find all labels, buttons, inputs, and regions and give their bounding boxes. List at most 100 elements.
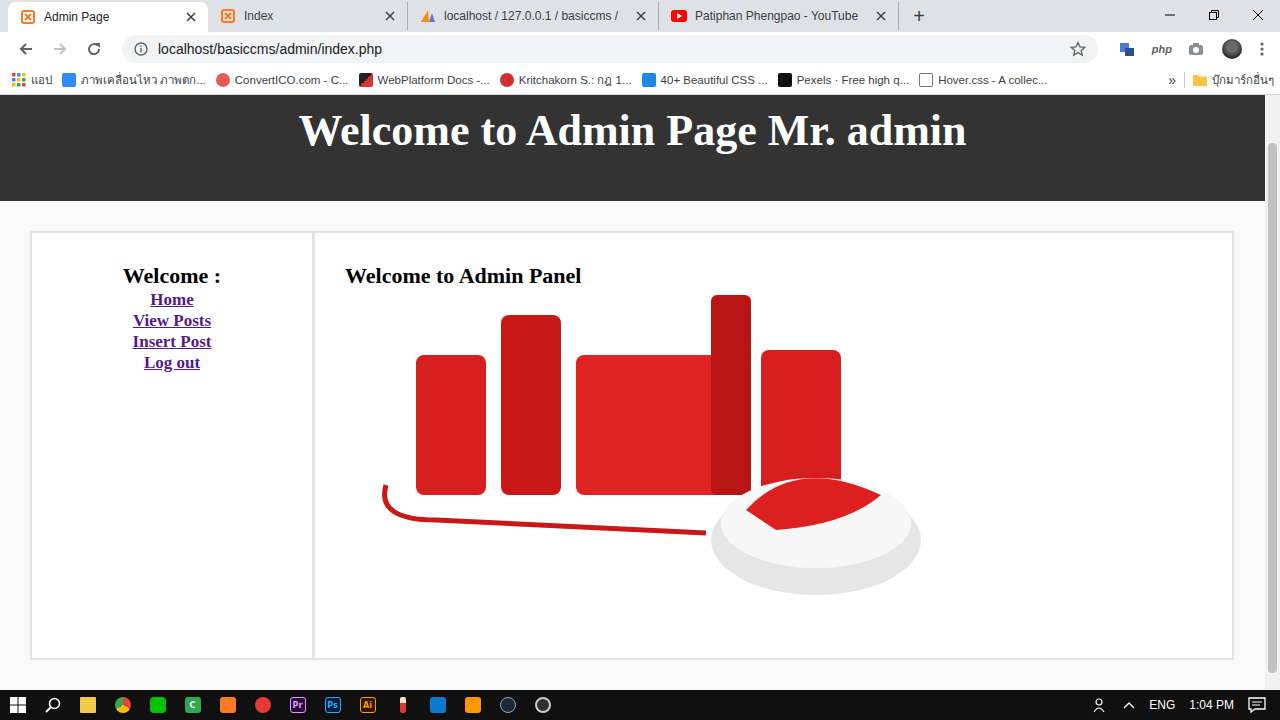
tab[interactable]: Index <box>208 2 408 30</box>
scrollbar[interactable] <box>1265 95 1280 690</box>
youtube-icon <box>671 8 687 24</box>
bookmark[interactable]: Pexels · Free high q... <box>778 73 910 87</box>
search-icon[interactable] <box>35 690 70 720</box>
menu-icon[interactable] <box>1260 41 1264 57</box>
folder-icon <box>1193 74 1207 86</box>
page-icon <box>919 73 933 87</box>
zoom-icon <box>62 73 76 87</box>
clock[interactable]: 1:04 PM <box>1189 698 1234 712</box>
bookmark-list: แอป ภาพเคลื่อนไหว ภาพตก... ConvertICO.co… <box>12 71 1168 89</box>
extension-icon[interactable] <box>1118 40 1136 58</box>
bookmark-overflow: » บุ๊กมาร์กอื่นๆ <box>1168 71 1274 89</box>
admin-page: Welcome to Admin Page Mr. admin Welcome … <box>0 95 1265 690</box>
bookmark-label: Pexels · Free high q... <box>797 74 910 86</box>
close-window-icon[interactable] <box>1236 0 1280 30</box>
page-header: Welcome to Admin Page Mr. admin <box>0 95 1265 201</box>
close-icon[interactable] <box>876 11 886 21</box>
tab[interactable]: Admin Page <box>8 2 208 32</box>
bookmark[interactable]: Kritchakorn S.: กฎ 1... <box>500 71 632 89</box>
pen-icon[interactable] <box>385 690 420 720</box>
tab-strip: Admin Page Index localhost / 127.0.0.1 /… <box>0 0 1280 32</box>
camtasia-icon[interactable]: C <box>175 690 210 720</box>
people-icon[interactable] <box>1093 697 1109 713</box>
bookmark-label: Hover.css - A collec... <box>938 74 1047 86</box>
php-extension[interactable]: php <box>1152 43 1172 55</box>
address-bar[interactable]: localhost/basiccms/admin/index.php <box>122 35 1098 63</box>
other-bookmarks[interactable]: บุ๊กมาร์กอื่นๆ <box>1193 71 1274 89</box>
reload-icon[interactable] <box>86 41 102 57</box>
sidebar-link[interactable]: View Posts <box>133 310 211 331</box>
tab-list: Admin Page Index localhost / 127.0.0.1 /… <box>0 2 1148 32</box>
bookmark[interactable]: Hover.css - A collec... <box>919 73 1047 87</box>
profile-avatar[interactable] <box>1222 39 1242 59</box>
sidebar-link[interactable]: Home <box>150 289 193 310</box>
css-icon <box>642 73 656 87</box>
notification-icon[interactable] <box>1248 697 1266 713</box>
illustrator-icon[interactable]: Ai <box>350 690 385 720</box>
bookmark[interactable]: แอป <box>12 71 52 89</box>
sidebar-link[interactable]: Log out <box>144 352 200 373</box>
xampp-icon <box>220 8 236 24</box>
premiere-icon[interactable]: Pr <box>280 690 315 720</box>
bookmark[interactable]: ภาพเคลื่อนไหว ภาพตก... <box>62 71 206 89</box>
bookmark-label: ภาพเคลื่อนไหว ภาพตก... <box>81 71 206 89</box>
sidebar-link[interactable]: Insert Post <box>133 331 212 352</box>
tab-label: localhost / 127.0.0.1 / basiccms / <box>444 9 618 23</box>
bookmark-label: 40+ Beautiful CSS ... <box>661 74 768 86</box>
bookmark-label: แอป <box>31 71 52 89</box>
xampp-icon[interactable] <box>210 690 245 720</box>
restore-icon[interactable] <box>1192 0 1236 30</box>
bookmark[interactable]: WebPlatform Docs -... <box>359 73 490 87</box>
language-indicator[interactable]: ENG <box>1149 698 1175 712</box>
header-title: Welcome to Admin Page Mr. admin <box>298 103 966 159</box>
admin-image <box>376 295 926 600</box>
vscode-icon[interactable] <box>420 690 455 720</box>
tab-label: Patiphan Phengpao - YouTube <box>695 9 858 23</box>
minimize-icon[interactable] <box>1148 0 1192 30</box>
content-area: Welcome to Admin Panel <box>315 233 1232 658</box>
line-icon[interactable] <box>140 690 175 720</box>
bookmark-label: ConvertICO.com - C... <box>235 74 349 86</box>
bookmark[interactable]: 40+ Beautiful CSS ... <box>642 73 768 87</box>
photoshop-icon[interactable]: Ps <box>315 690 350 720</box>
tab[interactable]: localhost / 127.0.0.1 / basiccms / <box>408 2 659 30</box>
close-icon[interactable] <box>385 11 395 21</box>
bookmark-label: บุ๊กมาร์กอื่นๆ <box>1212 71 1274 89</box>
scrollbar-thumb[interactable] <box>1268 143 1277 673</box>
explorer-icon[interactable] <box>70 690 105 720</box>
taskbar: C PrPsAi ENG 1:04 PM <box>0 690 1280 720</box>
camera-icon[interactable] <box>1188 42 1204 56</box>
bookmark[interactable]: ConvertICO.com - C... <box>216 73 349 87</box>
bookmark-label: WebPlatform Docs -... <box>378 74 490 86</box>
forward-icon[interactable] <box>52 41 68 57</box>
close-icon[interactable] <box>186 12 196 22</box>
back-icon[interactable] <box>18 41 34 57</box>
admin-panel: Welcome : HomeView PostsInsert PostLog o… <box>30 231 1234 660</box>
tab-label: Index <box>244 9 367 23</box>
kritchakorn-icon <box>500 73 514 87</box>
start-icon[interactable] <box>0 690 35 720</box>
more-bookmarks-button[interactable]: » <box>1168 72 1176 88</box>
pma-icon <box>420 8 436 24</box>
convertico-icon <box>216 73 230 87</box>
webplatform-icon <box>359 73 373 87</box>
tab[interactable]: Patiphan Phengpao - YouTube <box>659 2 899 30</box>
chevron-up-icon[interactable] <box>1123 701 1135 709</box>
apps-icon <box>12 73 26 87</box>
url-text: localhost/basiccms/admin/index.php <box>158 41 382 57</box>
chrome-icon[interactable] <box>105 690 140 720</box>
sublime-icon[interactable] <box>455 690 490 720</box>
close-icon[interactable] <box>636 11 646 21</box>
info-icon[interactable] <box>134 42 148 56</box>
sidebar: Welcome : HomeView PostsInsert PostLog o… <box>32 233 315 658</box>
star-icon[interactable] <box>1070 41 1086 57</box>
recorder-icon[interactable] <box>245 690 280 720</box>
obs-icon[interactable] <box>525 690 560 720</box>
browser-window: Admin Page Index localhost / 127.0.0.1 /… <box>0 0 1280 720</box>
tab-label: Admin Page <box>44 10 168 24</box>
window-controls <box>1148 0 1280 32</box>
bookmark-label: Kritchakorn S.: กฎ 1... <box>519 71 632 89</box>
steam-icon[interactable] <box>490 690 525 720</box>
new-tab-button[interactable]: + <box>899 4 939 32</box>
page-viewport: Welcome to Admin Page Mr. admin Welcome … <box>0 95 1280 690</box>
